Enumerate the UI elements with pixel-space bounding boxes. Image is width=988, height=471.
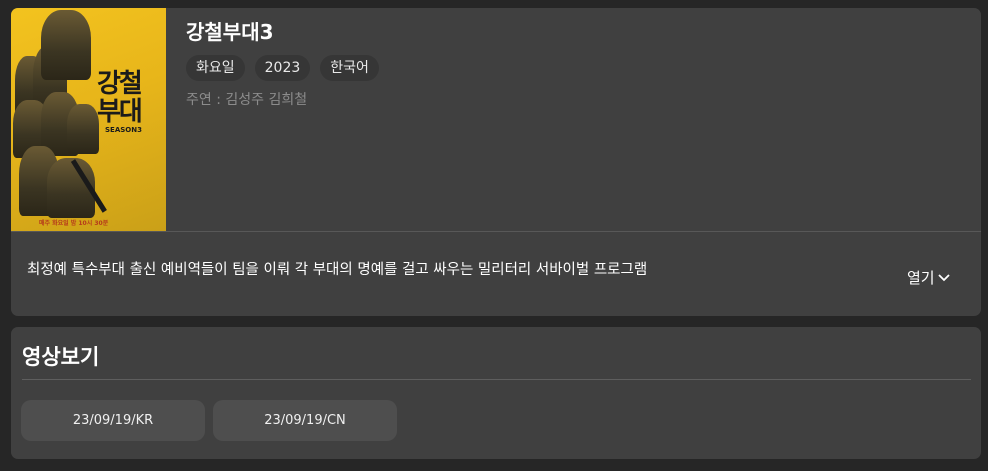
synopsis-text: 최정예 특수부대 출신 예비역들이 팀을 이뤄 각 부대의 명예를 걸고 싸우는… xyxy=(27,262,648,278)
divider xyxy=(11,231,981,232)
video-section-card: 영상보기 23/09/19/KR 23/09/19/CN xyxy=(11,327,981,459)
tag-list: 화요일 2023 한국어 xyxy=(186,55,379,81)
cast-text: 주연 : 김성주 김희철 xyxy=(186,92,308,108)
poster-airtime: 매주 화요일 밤 10시 30분 xyxy=(39,220,109,227)
tag-year: 2023 xyxy=(254,55,311,81)
show-poster[interactable]: 강철부대 SEASON3 매주 화요일 밤 10시 30분 xyxy=(11,8,166,231)
episode-list: 23/09/19/KR 23/09/19/CN xyxy=(21,400,397,441)
episode-button-kr[interactable]: 23/09/19/KR xyxy=(21,400,205,441)
show-info-card: 강철부대 SEASON3 매주 화요일 밤 10시 30분 강철부대3 화요일 … xyxy=(11,8,981,316)
expand-button[interactable]: 열기 xyxy=(907,267,951,288)
expand-label: 열기 xyxy=(907,269,935,287)
show-title: 강철부대3 xyxy=(186,20,274,44)
section-title: 영상보기 xyxy=(22,345,100,369)
poster-season: SEASON3 xyxy=(105,126,142,134)
tag-language: 한국어 xyxy=(320,55,379,81)
section-divider xyxy=(22,379,971,380)
chevron-down-icon xyxy=(937,273,950,281)
tag-day: 화요일 xyxy=(186,55,245,81)
poster-title: 강철부대 xyxy=(97,69,143,127)
episode-button-cn[interactable]: 23/09/19/CN xyxy=(213,400,397,441)
